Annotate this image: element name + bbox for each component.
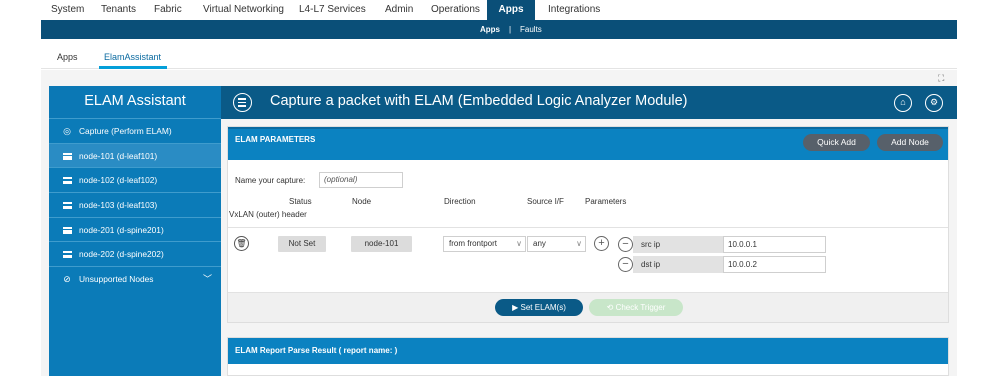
expand-icon[interactable]: ⛶ — [938, 73, 946, 84]
node-badge: node-101 — [351, 236, 412, 252]
list-icon — [61, 242, 73, 266]
home-icon[interactable]: ⌂ — [894, 94, 912, 112]
sidebar-item-capture[interactable]: ◎ Capture (Perform ELAM) — [49, 119, 221, 144]
param-name: dst ip — [633, 256, 723, 273]
add-param-icon[interactable]: + — [594, 236, 609, 251]
sidebar-item-label: Unsupported Nodes — [79, 274, 154, 285]
sidebar-item-label: Capture (Perform ELAM) — [79, 126, 172, 136]
sidebar-item-label: node-103 (d-leaf103) — [79, 200, 158, 211]
source-if-select[interactable]: any ∨ — [527, 236, 586, 252]
quick-add-button[interactable]: Quick Add — [803, 134, 870, 151]
column-vxlan-header: VxLAN (outer) header — [229, 210, 307, 219]
ban-icon: ⊘ — [63, 274, 71, 285]
remove-param-icon[interactable]: − — [618, 237, 633, 252]
remove-param-icon[interactable]: − — [618, 257, 633, 272]
chevron-down-icon: ∨ — [576, 239, 582, 248]
column-status: Status — [289, 197, 312, 206]
sidebar-item-label: node-102 (d-leaf102) — [79, 175, 158, 186]
column-direction: Direction — [444, 197, 476, 206]
chevron-down-icon: ﹀ — [202, 274, 212, 285]
list-icon — [61, 144, 73, 168]
panel-footer: ▶ Set ELAM(s) ⟲ Check Trigger — [228, 292, 948, 322]
nav-tab-admin[interactable]: Admin — [385, 0, 413, 20]
subnav-apps[interactable]: Apps — [480, 20, 500, 39]
capture-name-label: Name your capture: — [235, 176, 306, 185]
status-badge: Not Set — [278, 236, 326, 252]
chevron-down-icon: ∨ — [516, 239, 522, 248]
set-elam-label: Set ELAM(s) — [520, 303, 566, 312]
page-title: Capture a packet with ELAM (Embedded Log… — [270, 93, 688, 109]
node-row: 🗑 Not Set node-101 from frontport ∨ any … — [228, 227, 948, 284]
report-title: ELAM Report Parse Result ( report name: … — [228, 338, 948, 364]
subnav-separator: | — [509, 25, 512, 34]
nav-tab-fabric[interactable]: Fabric — [154, 0, 182, 20]
active-tab-indicator — [99, 66, 167, 69]
sidebar-item-node-102[interactable]: node-102 (d-leaf102) — [49, 168, 221, 194]
sub-nav: Apps | Faults — [41, 20, 957, 39]
sidebar-item-node-201[interactable]: node-201 (d-spine201) — [49, 218, 221, 243]
elam-parameters-panel: ELAM PARAMETERS Quick Add Add Node Name … — [227, 126, 949, 323]
gear-icon[interactable]: ⚙ — [925, 94, 943, 112]
capture-name-input[interactable]: (optional) — [319, 172, 403, 188]
app-tab-bar: Apps ElamAssistant — [41, 39, 957, 69]
nav-tab-virtual-networking[interactable]: Virtual Networking — [203, 0, 284, 20]
target-icon: ◎ — [63, 126, 71, 136]
sidebar-item-node-103[interactable]: node-103 (d-leaf103) — [49, 193, 221, 218]
sidebar-item-node-202[interactable]: node-202 (d-spine202) — [49, 242, 221, 268]
menu-icon[interactable] — [233, 93, 252, 112]
nav-tab-integrations[interactable]: Integrations — [548, 0, 600, 20]
tab-elam-assistant[interactable]: ElamAssistant — [104, 52, 161, 62]
subnav-faults[interactable]: Faults — [520, 20, 542, 39]
check-trigger-label: Check Trigger — [615, 303, 666, 312]
refresh-icon: ⟲ — [606, 303, 616, 312]
tab-apps[interactable]: Apps — [57, 52, 78, 62]
column-source-if: Source I/F — [527, 197, 564, 206]
nav-tab-tenants[interactable]: Tenants — [101, 0, 136, 20]
nav-tab-system[interactable]: System — [51, 0, 84, 20]
sidebar-item-unsupported-nodes[interactable]: ⊘ Unsupported Nodes ﹀ — [49, 267, 221, 292]
source-if-value: any — [533, 239, 546, 248]
column-parameters: Parameters — [585, 197, 627, 206]
param-value-input[interactable]: 10.0.0.1 — [723, 236, 826, 253]
add-node-button[interactable]: Add Node — [877, 134, 943, 151]
param-value-input[interactable]: 10.0.0.2 — [723, 256, 826, 273]
sidebar-item-label: node-201 (d-spine201) — [79, 224, 164, 235]
play-icon: ▶ — [512, 303, 521, 312]
list-icon — [61, 218, 73, 242]
nav-tab-l4-l7-services[interactable]: L4-L7 Services — [299, 0, 366, 20]
page-header: Capture a packet with ELAM (Embedded Log… — [221, 86, 957, 119]
panel-header: ELAM PARAMETERS Quick Add Add Node — [228, 127, 948, 160]
sidebar-item-label: node-101 (d-leaf101) — [79, 150, 158, 161]
sidebar-item-node-101[interactable]: node-101 (d-leaf101) — [49, 143, 221, 169]
direction-value: from frontport — [449, 239, 498, 248]
sidebar-item-label: node-202 (d-spine202) — [79, 249, 164, 260]
set-elam-button[interactable]: ▶ Set ELAM(s) — [495, 299, 583, 316]
nav-tab-apps[interactable]: Apps — [487, 0, 535, 20]
list-icon — [61, 168, 73, 192]
column-node: Node — [352, 197, 372, 206]
elam-report-panel: ELAM Report Parse Result ( report name: … — [227, 337, 949, 376]
param-name: src ip — [633, 236, 723, 253]
sidebar: ELAM Assistant ◎ Capture (Perform ELAM) … — [49, 86, 221, 376]
check-trigger-button[interactable]: ⟲ Check Trigger — [589, 299, 683, 316]
list-icon — [61, 193, 73, 217]
trash-icon[interactable]: 🗑 — [234, 236, 249, 251]
direction-select[interactable]: from frontport ∨ — [443, 236, 526, 252]
panel-title: ELAM PARAMETERS — [235, 135, 316, 144]
top-nav: System Tenants Fabric Virtual Networking… — [0, 0, 999, 20]
sidebar-title: ELAM Assistant — [49, 86, 221, 119]
nav-tab-operations[interactable]: Operations — [431, 0, 480, 20]
